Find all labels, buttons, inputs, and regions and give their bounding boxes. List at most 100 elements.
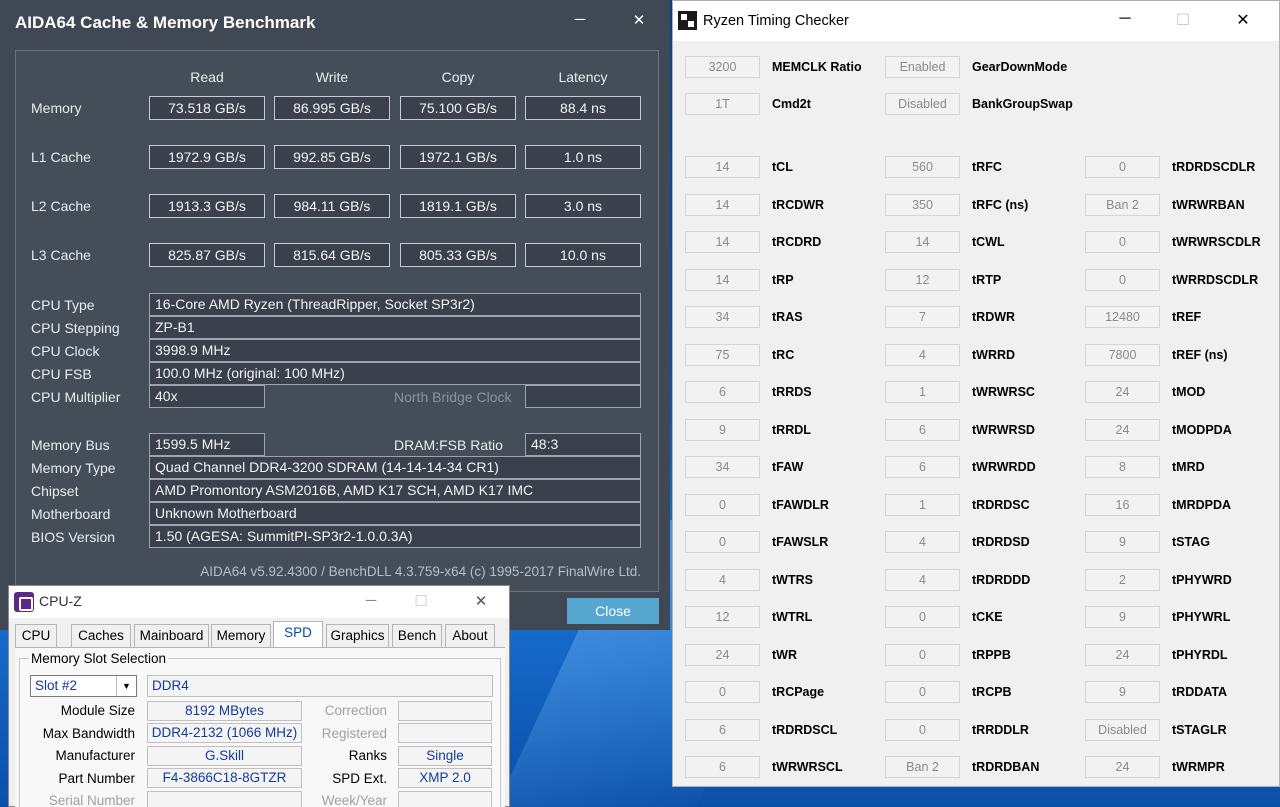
cpuz-minimize-icon[interactable]: ─ [351, 592, 391, 609]
memory-read: 73.518 GB/s [149, 96, 265, 120]
timing-tcke-value: 0 [885, 606, 960, 628]
serial-number-label: Serial Number [48, 793, 135, 807]
timing-trddata-label: tRDDATA [1172, 685, 1228, 699]
timing-trcpb-value: 0 [885, 681, 960, 703]
timing-twrwrban-value: Ban 2 [1085, 193, 1160, 216]
l2-latency: 3.0 ns [525, 194, 641, 218]
dropdown-arrow-icon[interactable]: ▼ [116, 676, 136, 696]
dram-ratio-label: DRAM:FSB Ratio [394, 437, 503, 453]
timing-tras-value: 34 [685, 306, 760, 328]
timing-trp-label: tRP [772, 272, 794, 287]
memory-slot-group-title: Memory Slot Selection [29, 651, 169, 666]
rtc-close-icon[interactable]: ✕ [1223, 10, 1263, 30]
tab-memory[interactable]: Memory [211, 624, 271, 648]
timing-trddata-value: 9 [1085, 681, 1160, 703]
timing-trppb-value: 0 [885, 643, 960, 666]
cpuz-titlebar[interactable]: CPU-Z ─ ☐ ✕ [9, 586, 509, 618]
timing-twrwrdd-label: tWRWRDD [972, 460, 1036, 474]
tab-mainboard[interactable]: Mainboard [134, 624, 209, 648]
chipset-label: Chipset [31, 483, 79, 499]
row-label-l2: L2 Cache [31, 198, 91, 214]
timing-trcdrd-value: 14 [685, 231, 760, 253]
memory-latency: 88.4 ns [525, 96, 641, 120]
timing-tstaglr-label: tSTAGLR [1172, 722, 1227, 737]
l3-write: 815.64 GB/s [274, 243, 390, 267]
cpuz-maximize-icon[interactable]: ☐ [401, 592, 441, 610]
cpu-stepping-label: CPU Stepping [31, 320, 120, 336]
timing-tref-label: tREF [1172, 310, 1202, 324]
spd-ext-label: SPD Ext. [332, 771, 387, 786]
slot-select[interactable]: Slot #2 ▼ [30, 675, 137, 697]
l3-copy: 805.33 GB/s [400, 243, 516, 267]
tab-cpu[interactable]: CPU [15, 624, 57, 648]
timing-tstaglr-value: Disabled [1085, 718, 1160, 741]
memclk-ratio-label: MEMCLK Ratio [772, 60, 862, 74]
row-label-l1: L1 Cache [31, 149, 91, 165]
l2-write: 984.11 GB/s [274, 194, 390, 218]
timing-twr-value: 24 [685, 643, 760, 666]
cpuz-close-icon[interactable]: ✕ [461, 592, 501, 610]
memory-bus-value: 1599.5 MHz [149, 433, 265, 456]
timing-tref-ns-label: tREF (ns) [1172, 347, 1228, 362]
memory-bus-label: Memory Bus [31, 437, 110, 453]
timing-twrwrsd-label: tWRWRSD [972, 422, 1035, 437]
timing-twrwrscdlr-value: 0 [1085, 231, 1160, 253]
timing-tstag-label: tSTAG [1172, 535, 1210, 549]
cmd2t-label: Cmd2t [772, 97, 811, 111]
timing-trdrdscl-label: tRDRDSCL [772, 722, 838, 737]
timing-trdwr-value: 7 [885, 306, 960, 328]
aida-minimize-button[interactable]: ─ [560, 11, 600, 28]
timing-tref-value: 12480 [1085, 306, 1160, 328]
aida64-window: AIDA64 Cache & Memory Benchmark ─ ✕ Read… [0, 0, 670, 630]
timing-trdrdsc-label: tRDRDSC [972, 497, 1030, 512]
max-bandwidth-label: Max Bandwidth [42, 726, 135, 741]
rtc-titlebar[interactable]: Ryzen Timing Checker ─ ☐ ✕ [673, 1, 1279, 41]
col-header-read: Read [190, 69, 224, 85]
registered-label: Registered [321, 726, 387, 741]
timing-tcl-value: 14 [685, 156, 760, 178]
cpu-clock-value: 3998.9 MHz [149, 339, 641, 362]
tab-about[interactable]: About [445, 624, 495, 648]
memory-write: 86.995 GB/s [274, 96, 390, 120]
timing-twtrs-label: tWTRS [772, 572, 813, 587]
tab-spd[interactable]: SPD [273, 621, 323, 649]
timing-tfawslr-value: 0 [685, 531, 760, 553]
chipset-value: AMD Promontory ASM2016B, AMD K17 SCH, AM… [149, 479, 641, 502]
timing-trdrdban-value: Ban 2 [885, 756, 960, 778]
rtc-minimize-icon[interactable]: ─ [1105, 10, 1145, 28]
timing-twr-label: tWR [772, 647, 797, 662]
l2-read: 1913.3 GB/s [149, 194, 265, 218]
l1-latency: 1.0 ns [525, 145, 641, 169]
timing-tfaw-value: 34 [685, 456, 760, 478]
nb-clock-label: North Bridge Clock [394, 389, 512, 405]
tab-bench[interactable]: Bench [392, 624, 442, 648]
timing-tcwl-label: tCWL [972, 235, 1005, 249]
timing-tmod-value: 24 [1085, 381, 1160, 403]
week-year-label: Week/Year [321, 793, 387, 807]
timing-trfc-ns-value: 350 [885, 193, 960, 216]
ranks-value: Single [398, 746, 492, 766]
motherboard-value: Unknown Motherboard [149, 502, 641, 525]
timing-tmod-label: tMOD [1172, 385, 1206, 399]
rtc-maximize-icon[interactable]: ☐ [1163, 10, 1203, 30]
timing-tphywrl-value: 9 [1085, 606, 1160, 628]
timing-trfc-label: tRFC [972, 160, 1002, 174]
timing-trdwr-label: tRDWR [972, 310, 1016, 324]
timing-twrrdscdlr-label: tWRRDSCDLR [1172, 272, 1259, 287]
memclk-ratio-value: 3200 [685, 56, 760, 78]
dram-ratio-value: 48:3 [525, 433, 641, 456]
timing-twrrd-label: tWRRD [972, 347, 1016, 362]
timing-tras-label: tRAS [772, 310, 803, 324]
timing-tstag-value: 9 [1085, 531, 1160, 553]
aida-close-button[interactable]: Close [567, 598, 659, 624]
aida-close-icon[interactable]: ✕ [619, 11, 659, 29]
ryzen-timing-checker-window: Ryzen Timing Checker ─ ☐ ✕ 3200 MEMCLK R… [672, 0, 1280, 787]
geardownmode-value: Enabled [885, 56, 960, 78]
timing-trppb-label: tRPPB [972, 647, 1011, 662]
max-bandwidth-value: DDR4-2132 (1066 MHz) [147, 723, 302, 743]
l1-write: 992.85 GB/s [274, 145, 390, 169]
timing-tfawdlr-value: 0 [685, 493, 760, 516]
timing-tmrd-label: tMRD [1172, 460, 1205, 474]
tab-graphics[interactable]: Graphics [326, 624, 389, 648]
tab-caches[interactable]: Caches [71, 624, 131, 648]
